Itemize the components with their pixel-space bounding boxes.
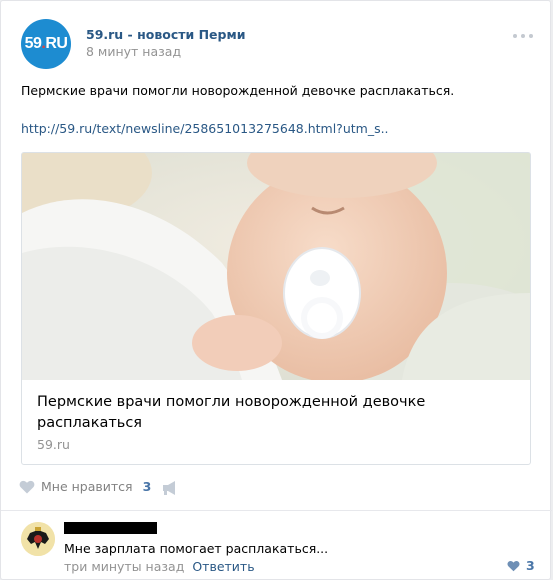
reply-button[interactable]: Ответить xyxy=(192,559,254,574)
like-button[interactable]: Мне нравится 3 xyxy=(19,479,151,494)
comment-timestamp[interactable]: три минуты назад xyxy=(64,559,184,574)
like-label: Мне нравится xyxy=(41,479,133,494)
divider xyxy=(1,510,552,511)
heart-icon xyxy=(19,480,35,493)
comment-meta: три минуты назад Ответить xyxy=(64,559,255,574)
attachment-photo xyxy=(22,153,530,380)
redacted-commenter-name xyxy=(64,522,157,534)
like-count: 3 xyxy=(142,479,152,494)
group-avatar[interactable]: 59.RU xyxy=(21,19,71,69)
group-logo: 59.RU xyxy=(24,35,68,52)
heart-icon xyxy=(507,560,520,571)
post-card: 59.RU 59.ru - новости Перми 8 минут наза… xyxy=(0,0,552,580)
post-timestamp[interactable]: 8 минут назад xyxy=(86,44,181,59)
post-url-link[interactable]: http://59.ru/text/newsline/2586510132756… xyxy=(21,121,389,136)
comment-like-button[interactable]: 3 xyxy=(507,558,535,573)
group-name-link[interactable]: 59.ru - новости Перми xyxy=(86,27,245,42)
more-options-icon[interactable] xyxy=(513,34,533,40)
share-megaphone-icon[interactable] xyxy=(161,480,179,496)
attachment-title[interactable]: Пермские врачи помогли новорожденной дев… xyxy=(37,392,507,434)
commenter-avatar[interactable] xyxy=(21,522,55,556)
post-text: Пермские врачи помогли новорожденной дев… xyxy=(21,83,455,98)
link-attachment[interactable]: Пермские врачи помогли новорожденной дев… xyxy=(21,152,531,465)
comment-text: Мне зарплата помогает расплакаться... xyxy=(64,541,329,556)
attachment-domain: 59.ru xyxy=(37,437,70,452)
comment-like-count: 3 xyxy=(526,558,535,573)
